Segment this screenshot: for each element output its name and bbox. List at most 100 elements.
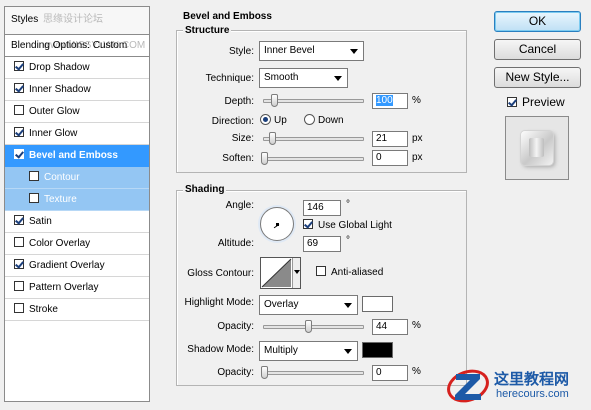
style-item-label: Outer Glow bbox=[29, 106, 80, 117]
chevron-down-icon bbox=[344, 349, 352, 354]
size-slider[interactable] bbox=[263, 132, 364, 145]
shadow-opacity-field[interactable]: 0 bbox=[372, 365, 408, 381]
soften-value: 0 bbox=[376, 152, 382, 163]
angle-unit: ° bbox=[346, 199, 350, 210]
gloss-contour-picker[interactable] bbox=[260, 257, 301, 289]
direction-down-option[interactable]: Down bbox=[304, 114, 344, 126]
style-item-checkbox[interactable] bbox=[14, 303, 24, 313]
style-item-checkbox[interactable] bbox=[14, 61, 24, 71]
style-item-stroke[interactable]: Stroke bbox=[5, 299, 149, 321]
style-item-label: Inner Shadow bbox=[29, 84, 91, 95]
direction-down-radio[interactable] bbox=[304, 114, 315, 125]
technique-select-value: Smooth bbox=[264, 72, 299, 83]
shadow-opacity-value: 0 bbox=[376, 367, 382, 378]
technique-label: Technique: bbox=[205, 73, 254, 84]
depth-label: Depth: bbox=[224, 96, 254, 107]
depth-field[interactable]: 100 bbox=[372, 93, 408, 109]
style-item-label: Drop Shadow bbox=[29, 62, 90, 73]
style-item-inner-shadow[interactable]: Inner Shadow bbox=[5, 79, 149, 101]
gloss-contour-label: Gloss Contour: bbox=[187, 268, 254, 279]
anti-aliased-option[interactable]: Anti-aliased bbox=[316, 266, 383, 278]
style-item-blending-options-custom[interactable]: Blending Options: Custom bbox=[5, 35, 149, 57]
size-value: 21 bbox=[376, 133, 388, 144]
preview-swatch-inner bbox=[529, 138, 544, 157]
style-select[interactable]: Inner Bevel bbox=[259, 41, 364, 61]
style-item-checkbox[interactable] bbox=[29, 171, 39, 181]
soften-slider[interactable] bbox=[261, 152, 364, 165]
style-item-checkbox[interactable] bbox=[14, 281, 24, 291]
anti-aliased-checkbox[interactable] bbox=[316, 266, 326, 276]
style-item-color-overlay[interactable]: Color Overlay bbox=[5, 233, 149, 255]
preview-swatch bbox=[521, 131, 553, 165]
style-item-checkbox[interactable] bbox=[14, 237, 24, 247]
shadow-opacity-label: Opacity: bbox=[217, 367, 254, 378]
chevron-down-icon bbox=[344, 303, 352, 308]
shadow-mode-label: Shadow Mode: bbox=[187, 344, 254, 355]
new-style-button[interactable]: New Style... bbox=[494, 67, 581, 88]
chevron-down-icon bbox=[334, 76, 342, 81]
direction-up-label: Up bbox=[274, 115, 287, 126]
shadow-color-swatch[interactable] bbox=[362, 342, 393, 358]
style-item-checkbox[interactable] bbox=[14, 127, 24, 137]
anti-aliased-label: Anti-aliased bbox=[331, 267, 384, 278]
depth-slider[interactable] bbox=[263, 94, 364, 107]
style-select-value: Inner Bevel bbox=[264, 45, 315, 56]
angle-dial[interactable] bbox=[260, 207, 294, 241]
logo-url-text: herecours.com bbox=[496, 388, 569, 400]
style-item-texture[interactable]: Texture bbox=[5, 189, 149, 211]
shadow-opacity-slider[interactable] bbox=[261, 366, 364, 379]
highlight-color-swatch[interactable] bbox=[362, 296, 393, 312]
soften-field[interactable]: 0 bbox=[372, 150, 408, 166]
style-item-label: Contour bbox=[44, 172, 80, 183]
preview-label: Preview bbox=[522, 95, 565, 109]
style-item-checkbox[interactable] bbox=[14, 215, 24, 225]
highlight-mode-value: Overlay bbox=[264, 299, 299, 310]
ok-button[interactable]: OK bbox=[494, 11, 581, 32]
use-global-light-option[interactable]: Use Global Light bbox=[303, 219, 392, 231]
highlight-opacity-thumb[interactable] bbox=[304, 320, 312, 333]
style-item-checkbox[interactable] bbox=[14, 105, 24, 115]
style-item-checkbox[interactable] bbox=[14, 259, 24, 269]
preview-option[interactable]: Preview bbox=[507, 95, 565, 109]
angle-label: Angle: bbox=[225, 200, 254, 211]
highlight-opacity-label: Opacity: bbox=[217, 321, 254, 332]
site-logo: 这里教程网 herecours.com bbox=[446, 366, 586, 406]
style-item-label: Pattern Overlay bbox=[29, 282, 99, 293]
altitude-label: Altitude: bbox=[217, 238, 254, 249]
style-item-inner-glow[interactable]: Inner Glow bbox=[5, 123, 149, 145]
direction-up-radio[interactable] bbox=[260, 114, 271, 125]
contour-linear-icon bbox=[261, 258, 292, 288]
style-item-drop-shadow[interactable]: Drop Shadow bbox=[5, 57, 149, 79]
shadow-mode-select[interactable]: Multiply bbox=[259, 341, 358, 361]
style-item-outer-glow[interactable]: Outer Glow bbox=[5, 101, 149, 123]
highlight-mode-select[interactable]: Overlay bbox=[259, 295, 358, 315]
cancel-button[interactable]: Cancel bbox=[494, 39, 581, 60]
highlight-opacity-field[interactable]: 44 bbox=[372, 319, 408, 335]
style-item-bevel-and-emboss[interactable]: Bevel and Emboss bbox=[5, 145, 149, 167]
style-item-satin[interactable]: Satin bbox=[5, 211, 149, 233]
size-field[interactable]: 21 bbox=[372, 131, 408, 147]
angle-value: 146 bbox=[307, 202, 324, 213]
use-global-light-checkbox[interactable] bbox=[303, 219, 313, 229]
highlight-opacity-slider[interactable] bbox=[263, 320, 364, 333]
direction-down-label: Down bbox=[318, 115, 344, 126]
soften-unit: px bbox=[412, 152, 423, 163]
depth-slider-thumb[interactable] bbox=[270, 94, 278, 107]
style-item-checkbox[interactable] bbox=[14, 149, 24, 159]
soften-slider-thumb[interactable] bbox=[261, 152, 268, 165]
style-item-pattern-overlay[interactable]: Pattern Overlay bbox=[5, 277, 149, 299]
angle-field[interactable]: 146 bbox=[303, 200, 341, 216]
technique-select[interactable]: Smooth bbox=[259, 68, 348, 88]
style-item-gradient-overlay[interactable]: Gradient Overlay bbox=[5, 255, 149, 277]
size-slider-thumb[interactable] bbox=[268, 132, 276, 145]
style-item-checkbox[interactable] bbox=[29, 193, 39, 203]
preview-checkbox[interactable] bbox=[507, 97, 517, 107]
shadow-opacity-thumb[interactable] bbox=[261, 366, 268, 379]
altitude-field[interactable]: 69 bbox=[303, 236, 341, 252]
style-item-checkbox[interactable] bbox=[14, 83, 24, 93]
gloss-contour-dropdown[interactable] bbox=[292, 258, 300, 288]
direction-up-option[interactable]: Up bbox=[260, 114, 287, 126]
shadow-mode-value: Multiply bbox=[264, 345, 298, 356]
style-item-contour[interactable]: Contour bbox=[5, 167, 149, 189]
styles-header[interactable]: Styles 思缘设计论坛 www.MISSYUAN.COM bbox=[5, 7, 149, 51]
